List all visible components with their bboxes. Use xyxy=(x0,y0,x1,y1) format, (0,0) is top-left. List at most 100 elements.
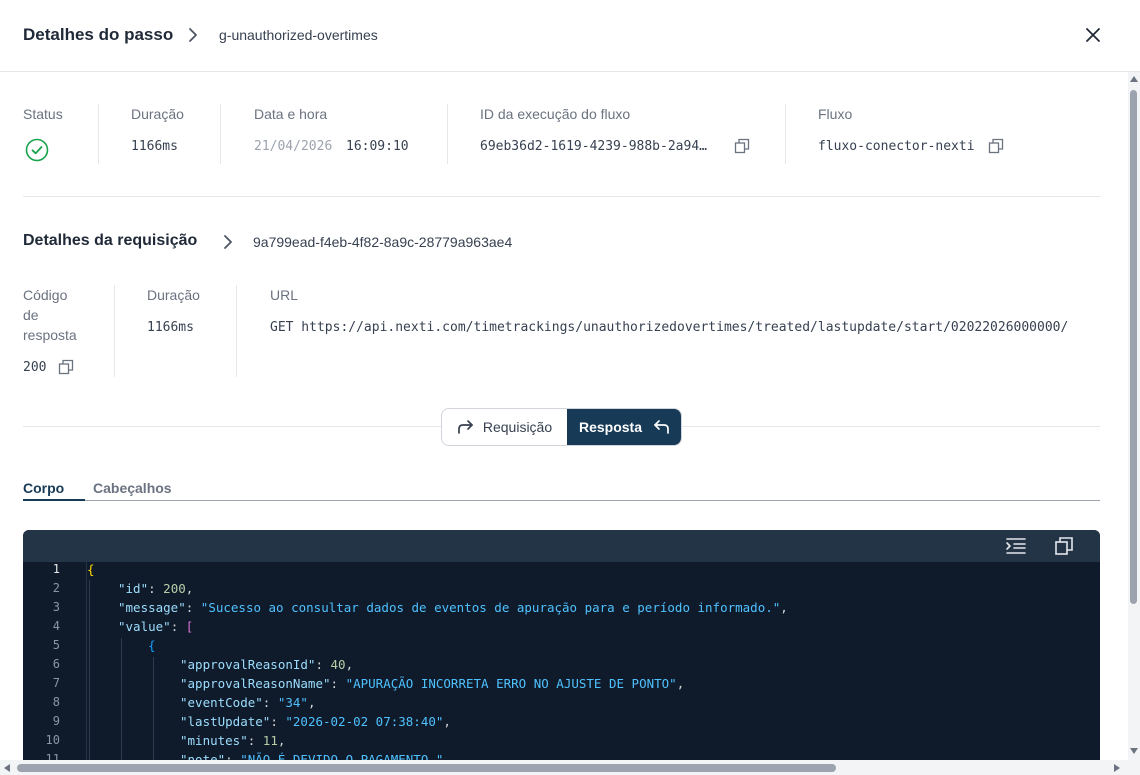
request-id: 9a799ead-f4eb-4f82-8a9c-28779a963ae4 xyxy=(253,234,513,250)
date-value: 21/04/2026 xyxy=(254,139,333,154)
code-line: { xyxy=(148,638,156,653)
divider xyxy=(114,285,115,377)
code-string: "NÃO É DEVIDO O PAGAMENTO " xyxy=(240,752,444,760)
code-string: "APURAÇÃO INCORRETA ERRO NO AJUSTE DE PO… xyxy=(345,676,677,691)
code-key: "lastUpdate" xyxy=(180,714,271,729)
code-key: "note" xyxy=(180,752,226,760)
flow-label: Fluxo xyxy=(818,106,853,122)
code-key: "minutes" xyxy=(180,733,248,748)
line-number: 9 xyxy=(52,714,60,728)
line-number-gutter: 1 2 3 4 5 6 7 8 9 10 11 xyxy=(23,562,87,760)
horizontal-scroll-thumb[interactable] xyxy=(17,764,836,772)
copy-icon[interactable] xyxy=(988,138,1004,154)
code-line: "value": [ xyxy=(118,619,194,634)
line-number: 6 xyxy=(52,657,60,671)
url-label: URL xyxy=(270,287,299,303)
code-key: "value" xyxy=(118,619,171,634)
response-code-label: resposta xyxy=(23,327,77,343)
request-details-title: Detalhes da requisição xyxy=(23,232,198,249)
line-number: 4 xyxy=(52,619,60,633)
code-line: "approvalReasonId": 40, xyxy=(180,657,354,672)
code-string: "2026-02-02 07:38:40" xyxy=(285,714,444,729)
modal-content: Status Duração 1166ms Data e hora 21/04/… xyxy=(0,72,1128,760)
scroll-down-icon[interactable] xyxy=(1130,748,1138,754)
datetime-label: Data e hora xyxy=(254,106,328,122)
code-key: "eventCode" xyxy=(180,695,263,710)
code-bracket: [ xyxy=(185,619,194,634)
code-key: "approvalReasonName" xyxy=(180,676,331,691)
editor-toolbar xyxy=(23,530,1100,562)
code-line: "note": "NÃO É DEVIDO O PAGAMENTO ", xyxy=(180,752,451,760)
active-tab-indicator xyxy=(23,499,85,501)
code-key: "message" xyxy=(118,600,186,615)
tab-headers[interactable]: Cabeçalhos xyxy=(93,480,172,496)
duration-label: Duração xyxy=(131,106,184,122)
code-key: "id" xyxy=(118,581,149,596)
format-icon[interactable] xyxy=(1005,536,1027,556)
response-code-value: 200 xyxy=(23,360,47,375)
divider xyxy=(98,104,99,164)
indent-guide xyxy=(153,657,154,760)
request-toggle-button[interactable]: Requisição xyxy=(442,409,567,445)
code-number: 11 xyxy=(262,733,278,748)
line-number: 3 xyxy=(52,600,60,614)
request-toggle-label: Requisição xyxy=(482,419,553,435)
modal-title: Detalhes do passo xyxy=(23,25,174,44)
response-toggle-label: Resposta xyxy=(578,419,643,435)
step-name: g-unauthorized-overtimes xyxy=(219,27,378,43)
code-line: "eventCode": "34", xyxy=(180,695,316,710)
code-content: { "id": 200, "message": "Sucesso ao cons… xyxy=(87,562,1100,760)
undo-arrow-icon xyxy=(654,420,669,434)
code-line: "id": 200, xyxy=(118,581,194,596)
chevron-right-icon xyxy=(224,235,232,249)
copy-icon[interactable] xyxy=(1053,536,1075,556)
code-number: 200 xyxy=(163,581,186,596)
code-line: { xyxy=(87,562,95,577)
status-label: Status xyxy=(23,106,63,122)
code-editor[interactable]: 1 2 3 4 5 6 7 8 9 10 11 { "id": 200, "me… xyxy=(23,530,1100,760)
scroll-right-icon[interactable] xyxy=(1114,764,1120,772)
code-string: "34" xyxy=(277,695,308,710)
scroll-left-icon[interactable] xyxy=(4,764,10,772)
code-number: 40 xyxy=(330,657,346,672)
code-line: "approvalReasonName": "APURAÇÃO INCORRET… xyxy=(180,676,685,691)
line-number: 11 xyxy=(45,752,60,760)
line-number: 7 xyxy=(52,676,60,690)
line-number: 1 xyxy=(52,562,60,576)
request-duration-value: 1166ms xyxy=(147,320,194,335)
response-code-label: Código xyxy=(23,287,68,303)
vertical-scroll-thumb[interactable] xyxy=(1130,90,1137,604)
copy-icon[interactable] xyxy=(734,138,750,154)
code-brace: { xyxy=(87,562,95,577)
redo-arrow-icon xyxy=(458,420,473,434)
code-line: "message": "Sucesso ao consultar dados d… xyxy=(118,600,788,615)
divider xyxy=(220,104,221,164)
request-duration-label: Duração xyxy=(147,287,200,303)
divider xyxy=(23,426,441,427)
duration-value: 1166ms xyxy=(131,139,178,154)
response-toggle-button[interactable]: Resposta xyxy=(567,409,681,445)
indent-guide xyxy=(89,580,90,760)
copy-icon[interactable] xyxy=(58,359,74,375)
execution-id-label: ID da execução do fluxo xyxy=(480,106,631,122)
response-code-label: de xyxy=(23,307,39,323)
execution-id-value: 69eb36d2-1619-4239-988b-2a94… xyxy=(480,139,707,154)
section-divider xyxy=(23,196,1100,197)
line-number: 10 xyxy=(45,733,60,747)
line-number: 2 xyxy=(52,581,60,595)
scroll-up-icon[interactable] xyxy=(1130,76,1138,82)
tab-body[interactable]: Corpo xyxy=(23,480,64,496)
divider xyxy=(236,285,237,377)
indent-guide xyxy=(121,638,122,760)
modal-header: Detalhes do passo g-unauthorized-overtim… xyxy=(0,0,1140,72)
close-icon[interactable] xyxy=(1082,24,1104,46)
line-number: 8 xyxy=(52,695,60,709)
request-response-toggle: Requisição Resposta xyxy=(441,408,682,446)
chevron-right-icon xyxy=(189,28,197,42)
code-brace: { xyxy=(148,638,156,653)
code-line: "minutes": 11, xyxy=(180,733,286,748)
url-value: GET https://api.nexti.com/timetrackings/… xyxy=(270,320,1069,335)
divider xyxy=(447,104,448,164)
line-number: 5 xyxy=(52,638,60,652)
check-circle-icon xyxy=(25,138,49,162)
